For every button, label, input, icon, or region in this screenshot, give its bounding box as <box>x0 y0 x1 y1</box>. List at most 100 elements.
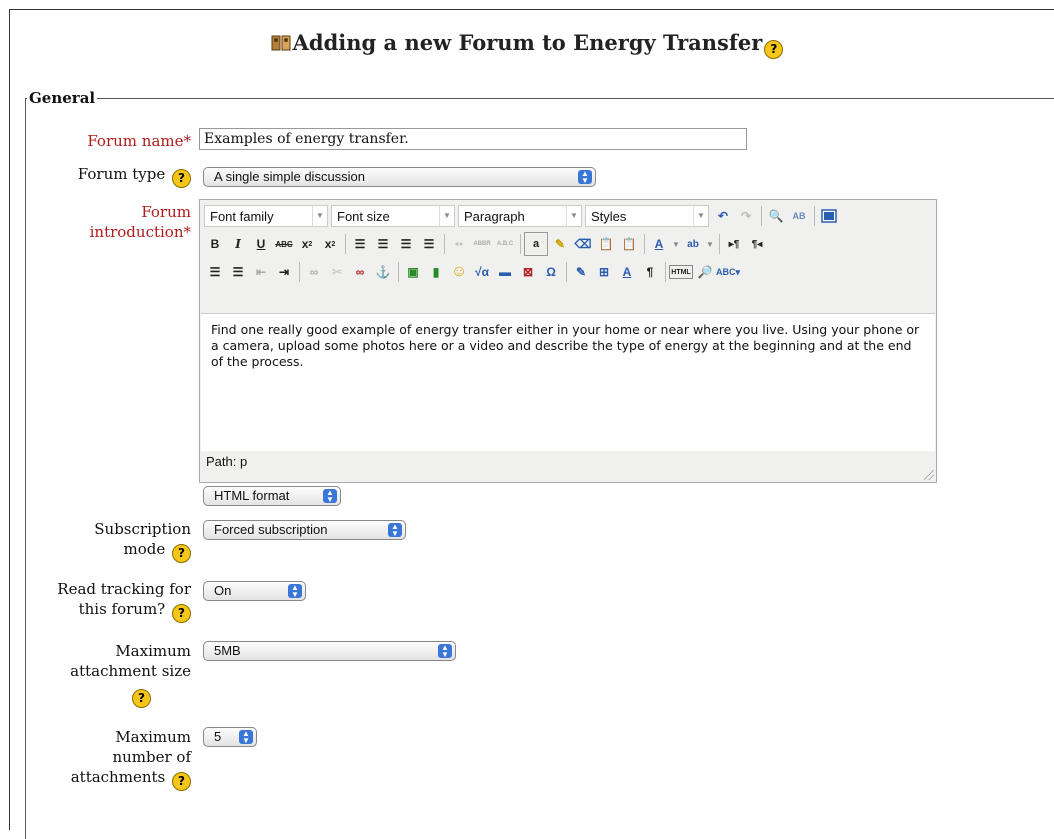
styles-select[interactable]: Styles ▼ <box>585 205 709 227</box>
bold-icon[interactable]: B <box>204 233 226 255</box>
help-icon[interactable]: ? <box>764 40 784 59</box>
horizontal-rule-icon[interactable]: ▬ <box>494 261 516 283</box>
quote-icon[interactable]: «» <box>448 233 470 255</box>
forum-type-label-text: Forum type <box>77 165 166 183</box>
max-attachments-select[interactable]: 5 ▲ ▼ <box>203 727 257 747</box>
equation-icon[interactable]: √α <box>471 261 493 283</box>
link-icon[interactable]: ∞ <box>303 261 325 283</box>
anchor-icon[interactable]: ⚓ <box>372 261 394 283</box>
highlight-color-icon[interactable]: ab <box>682 233 704 255</box>
fullscreen-icon[interactable] <box>818 205 840 227</box>
nolink-icon[interactable]: ∞ <box>349 261 371 283</box>
unlink-icon[interactable]: ✂ <box>326 261 348 283</box>
format-select-value: HTML format <box>214 488 290 503</box>
max-size-label-line2: attachment size <box>70 662 191 680</box>
align-center-icon[interactable]: ☰ <box>372 233 394 255</box>
format-select[interactable]: Paragraph ▼ <box>458 205 582 227</box>
toolbar-separator <box>299 262 300 282</box>
select-arrows-icon: ▲ ▼ <box>288 584 302 599</box>
select-arrows-icon: ▲ ▼ <box>323 489 337 504</box>
read-tracking-select[interactable]: On ▲ ▼ <box>203 581 306 601</box>
toolbar-separator <box>566 262 567 282</box>
toolbar-separator <box>665 262 666 282</box>
format-select-html[interactable]: HTML format ▲ ▼ <box>203 486 341 506</box>
toolbar-row-3: ☰ ☰ ⇤ ⇥ ∞ ✂ ∞ ⚓ ▣ ▮ ☺ √α ▬ ⊠ Ω ✎ ⊞ A ¶ H… <box>204 259 740 285</box>
abbr-icon[interactable]: ABBR <box>471 233 493 255</box>
outdent-icon[interactable]: ⇤ <box>250 261 272 283</box>
indent-icon[interactable]: ⇥ <box>273 261 295 283</box>
strikethrough-icon[interactable]: ABC <box>273 233 295 255</box>
spell-dropdown-icon[interactable]: ABC▾ <box>716 261 740 283</box>
edit-icon[interactable]: ✎ <box>570 261 592 283</box>
subscript-icon[interactable]: x2 <box>296 233 318 255</box>
help-icon[interactable]: ? <box>172 604 191 623</box>
max-attachments-label: Maximum number of attachments ? <box>20 727 191 791</box>
align-left-icon[interactable]: ☰ <box>349 233 371 255</box>
highlight-dropdown-icon[interactable]: ▼ <box>705 233 715 255</box>
forum-type-select[interactable]: A single simple discussion ▲ ▼ <box>203 167 596 187</box>
read-tracking-value: On <box>214 583 232 598</box>
help-icon[interactable]: ? <box>132 689 151 708</box>
underline-icon[interactable]: U <box>250 233 272 255</box>
media-icon[interactable]: ▮ <box>425 261 447 283</box>
font-family-select[interactable]: Font family ▼ <box>204 205 328 227</box>
max-attachments-label-line3: attachments <box>70 768 166 786</box>
table-icon[interactable]: ⊞ <box>593 261 615 283</box>
visual-aid-icon[interactable]: ¶ <box>639 261 661 283</box>
search-replace-icon[interactable]: 🔎 <box>694 261 716 283</box>
resize-handle-icon[interactable] <box>924 470 934 480</box>
text-color-dropdown-icon[interactable]: ▼ <box>671 233 681 255</box>
max-attachment-size-label: Maximum attachment size ? <box>20 641 191 708</box>
emoticon-icon[interactable]: ☺ <box>448 261 470 283</box>
nonbreaking-space-icon[interactable]: ⊠ <box>517 261 539 283</box>
replace-icon[interactable]: AB <box>788 205 810 227</box>
eraser-icon[interactable]: ⌫ <box>572 233 594 255</box>
cleanup-icon[interactable]: ✎ <box>549 233 571 255</box>
special-char-icon[interactable]: Ω <box>540 261 562 283</box>
align-right-icon[interactable]: ☰ <box>395 233 417 255</box>
superscript-icon[interactable]: x2 <box>319 233 341 255</box>
ltr-icon[interactable]: ▸¶ <box>723 233 745 255</box>
text-color-icon[interactable]: A <box>648 233 670 255</box>
max-attachments-label-line2: number of <box>112 748 191 766</box>
forum-module-icon <box>271 35 291 51</box>
paste-text-icon[interactable]: 📋 <box>595 233 617 255</box>
styles-label: Styles <box>591 209 627 224</box>
help-icon[interactable]: ? <box>172 169 191 188</box>
forum-name-input[interactable]: Examples of energy transfer. <box>199 128 747 150</box>
bullet-list-icon[interactable]: ☰ <box>204 261 226 283</box>
forum-name-label: Forum name* <box>20 131 191 151</box>
html-editor: Font family ▼ Font size ▼ Paragraph ▼ Style… <box>199 199 937 483</box>
paste-word-icon[interactable]: 📋 <box>618 233 640 255</box>
styleprops-icon[interactable]: A <box>616 261 638 283</box>
toolbar-row-2: B I U ABC x2 x2 ☰ ☰ ☰ ☰ «» ABBR A.B.C a … <box>204 231 769 257</box>
search-icon[interactable]: 🔍 <box>765 205 787 227</box>
max-size-label-line1: Maximum <box>115 642 191 660</box>
align-justify-icon[interactable]: ☰ <box>418 233 440 255</box>
spellcheck-icon[interactable]: a <box>524 232 548 256</box>
image-icon[interactable]: ▣ <box>402 261 424 283</box>
undo-icon[interactable]: ↶ <box>712 205 734 227</box>
subscription-mode-select[interactable]: Forced subscription ▲ ▼ <box>203 520 406 540</box>
editor-content[interactable]: Find one really good example of energy t… <box>201 313 935 451</box>
max-attachment-size-value: 5MB <box>214 643 241 658</box>
dropdown-icon: ▼ <box>439 206 454 226</box>
help-icon[interactable]: ? <box>172 772 191 791</box>
editor-path: Path: p <box>206 454 248 469</box>
font-size-select[interactable]: Font size ▼ <box>331 205 455 227</box>
select-arrows-icon: ▲ ▼ <box>438 644 452 659</box>
forum-name-label-text: Forum name <box>87 132 184 150</box>
html-source-icon[interactable]: HTML <box>669 265 693 279</box>
acronym-icon[interactable]: A.B.C <box>494 233 516 255</box>
max-attachment-size-select[interactable]: 5MB ▲ ▼ <box>203 641 456 661</box>
toolbar-separator <box>444 234 445 254</box>
toolbar-separator <box>644 234 645 254</box>
redo-icon[interactable]: ↷ <box>735 205 757 227</box>
help-icon[interactable]: ? <box>172 544 191 563</box>
numbered-list-icon[interactable]: ☰ <box>227 261 249 283</box>
italic-icon[interactable]: I <box>227 233 249 255</box>
max-attachments-label-line1: Maximum <box>115 728 191 746</box>
forum-type-label: Forum type ? <box>20 164 191 188</box>
page-title-text: Adding a new Forum to Energy Transfer <box>292 30 763 55</box>
rtl-icon[interactable]: ¶◂ <box>746 233 768 255</box>
